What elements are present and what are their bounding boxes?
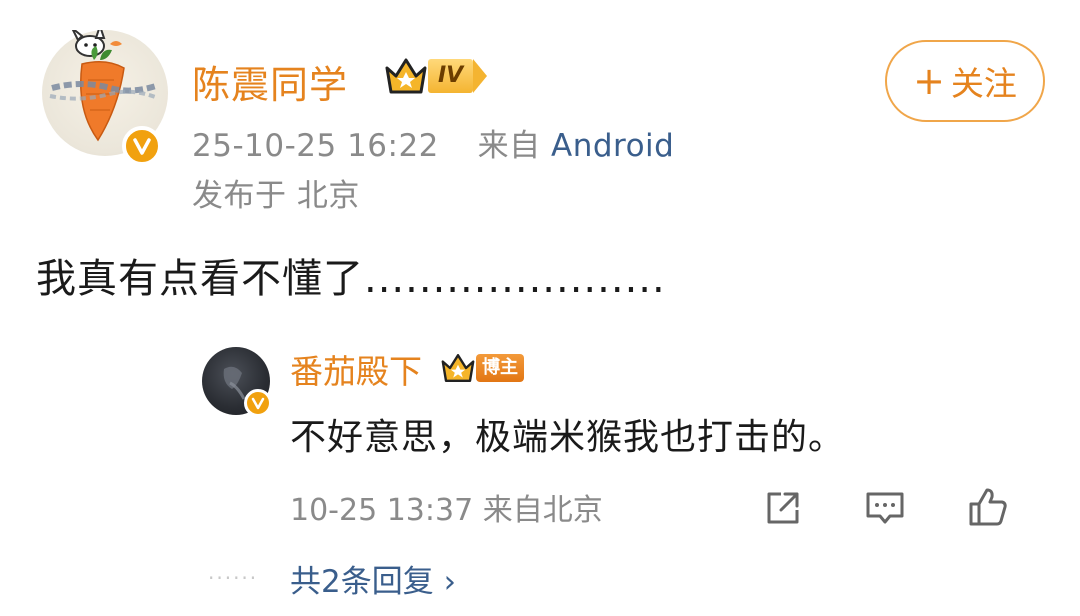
like-icon[interactable] xyxy=(964,483,1010,529)
crown-icon xyxy=(441,354,475,382)
device-link[interactable]: Android xyxy=(551,128,674,164)
level-badge: IV xyxy=(384,56,488,96)
crown-icon xyxy=(385,58,427,94)
post-timestamp: 25-10-25 16:22 xyxy=(192,128,439,164)
author-name[interactable]: 陈震同学 xyxy=(192,54,348,109)
plus-icon: + xyxy=(913,59,945,103)
post-text: 我真有点看不懂了...................... xyxy=(36,256,666,302)
post-location: 发布于 北京 xyxy=(192,178,360,214)
more-replies-link[interactable]: 共2条回复 › xyxy=(290,556,456,601)
follow-label: 关注 xyxy=(950,64,1017,103)
reply-meta: 10-25 13:37 来自北京 xyxy=(290,493,603,528)
reply-text: 不好意思，极端米猴我也打击的。 xyxy=(290,417,846,458)
thread-dots: ...... xyxy=(208,560,259,584)
reply-author-avatar[interactable] xyxy=(202,347,272,417)
level-label: IV xyxy=(428,59,474,93)
follow-button[interactable]: + 关注 xyxy=(885,40,1045,122)
verified-badge-icon xyxy=(122,126,162,166)
reply-verified-icon xyxy=(244,389,272,417)
post-meta: 25-10-25 16:22 来自 Android xyxy=(192,120,674,165)
comment-icon[interactable] xyxy=(862,485,908,531)
blogger-label: 博主 xyxy=(476,354,524,382)
badge-tail-icon xyxy=(473,59,488,93)
blogger-badge: 博主 xyxy=(440,352,524,384)
author-avatar[interactable] xyxy=(42,22,168,166)
reply-author-name[interactable]: 番茄殿下 xyxy=(290,345,422,393)
share-icon[interactable] xyxy=(760,485,806,531)
source-prefix: 来自 xyxy=(477,128,541,164)
